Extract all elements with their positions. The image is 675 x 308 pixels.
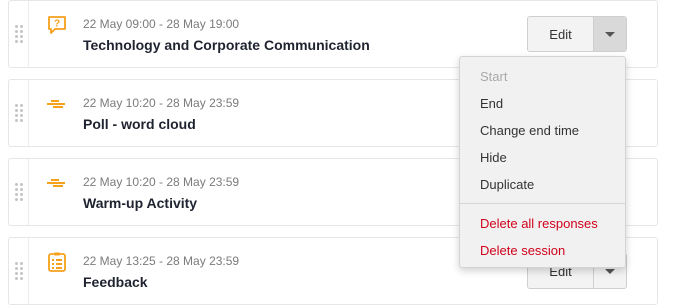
menu-item-start: Start: [480, 69, 508, 84]
session-title[interactable]: Feedback: [83, 274, 148, 290]
edit-button-group: Edit: [527, 16, 627, 52]
menu-item-delete-all-responses[interactable]: Delete all responses: [460, 210, 625, 237]
caret-down-icon: [605, 31, 615, 37]
edit-button[interactable]: Edit: [528, 17, 594, 51]
session-title[interactable]: Technology and Corporate Communication: [83, 37, 370, 53]
word-cloud-icon: [47, 173, 67, 193]
session-time: 22 May 10:20 - 28 May 23:59: [83, 175, 240, 189]
session-time: 22 May 13:25 - 28 May 23:59: [83, 254, 240, 268]
more-options-button[interactable]: [594, 17, 626, 51]
menu-divider: [460, 203, 625, 204]
menu-item-duplicate[interactable]: Duplicate: [460, 171, 625, 198]
session-time: 22 May 09:00 - 28 May 19:00: [83, 17, 240, 31]
menu-item-change-end-time[interactable]: Change end time: [460, 117, 625, 144]
drag-handle[interactable]: [9, 80, 29, 146]
session-list: ? 22 May 09:00 - 28 May 19:00 Technology…: [0, 0, 675, 308]
session-time: 22 May 10:20 - 28 May 23:59: [83, 96, 240, 110]
word-cloud-icon: [47, 94, 67, 114]
question-bubble-icon: ?: [47, 15, 67, 35]
menu-item-delete-session[interactable]: Delete session: [460, 237, 625, 264]
drag-handle[interactable]: [9, 159, 29, 225]
session-options-menu: Start End Change end time Hide Duplicate…: [459, 56, 626, 268]
menu-item-hide[interactable]: Hide: [460, 144, 625, 171]
session-title[interactable]: Warm-up Activity: [83, 195, 197, 211]
svg-text:?: ?: [54, 19, 60, 30]
caret-down-icon: [605, 268, 615, 274]
drag-handle[interactable]: [9, 1, 29, 67]
survey-list-icon: [47, 252, 67, 272]
drag-handle[interactable]: [9, 238, 29, 304]
menu-item-end[interactable]: End: [460, 90, 625, 117]
session-title[interactable]: Poll - word cloud: [83, 116, 196, 132]
